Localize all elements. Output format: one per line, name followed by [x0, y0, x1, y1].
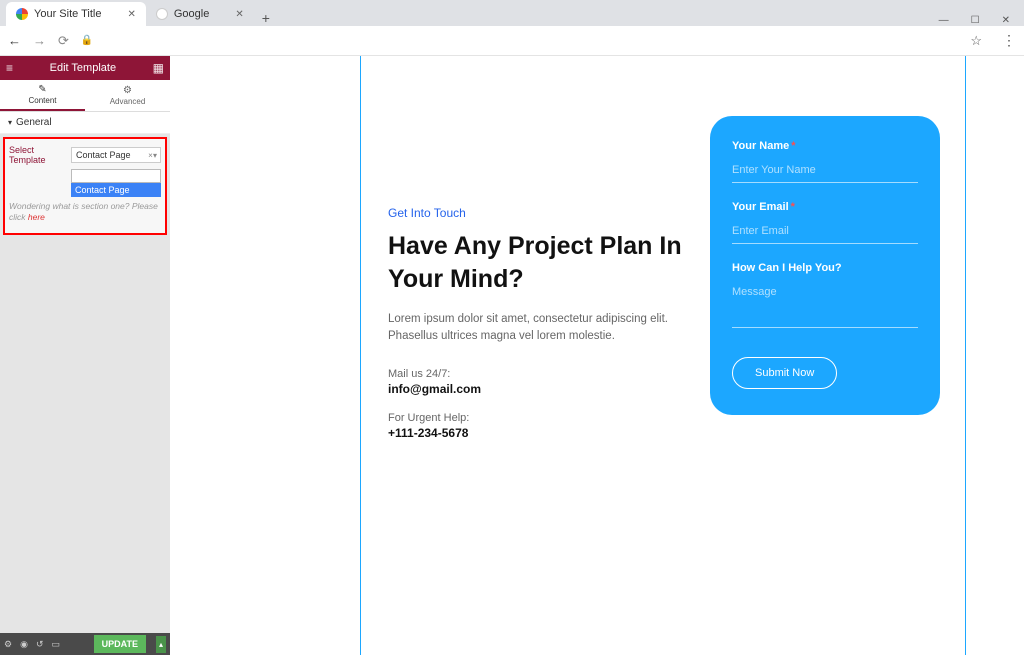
template-select[interactable]: Contact Page × ▾	[71, 147, 161, 163]
update-label: UPDATE	[102, 639, 138, 649]
forward-icon[interactable]: →	[33, 33, 46, 48]
grid-icon[interactable]: ▦	[153, 61, 164, 75]
bookmark-icon[interactable]: ☆	[970, 33, 982, 49]
maximize-icon[interactable]: ☐	[971, 15, 980, 26]
close-icon[interactable]: ✕	[127, 9, 135, 20]
minimize-icon[interactable]: —	[939, 15, 949, 26]
tab-content[interactable]: ✎ Content	[0, 80, 85, 111]
sidebar-header: ≡ Edit Template ▦	[0, 56, 170, 80]
sidebar-tabs: ✎ Content ⚙ Advanced	[0, 80, 170, 112]
select-template-label: Select Template	[9, 145, 67, 165]
submit-button[interactable]: Submit Now	[732, 357, 837, 389]
tab-label: Content	[28, 96, 56, 105]
email-input[interactable]	[732, 221, 918, 244]
close-icon[interactable]: ✕	[235, 9, 243, 20]
section-label: General	[16, 117, 52, 128]
tab-title: Your Site Title	[34, 8, 101, 20]
update-button[interactable]: UPDATE	[94, 635, 146, 653]
contact-form: Your Name* Your Email* How Can I Help Yo…	[710, 116, 940, 415]
content-column: Get Into Touch Have Any Project Plan In …	[388, 206, 708, 456]
pencil-icon: ✎	[38, 84, 46, 95]
subheading: Get Into Touch	[388, 206, 708, 220]
menu-icon[interactable]: ⋮	[1002, 32, 1016, 49]
name-label-text: Your Name	[732, 140, 789, 152]
tab-label: Advanced	[110, 97, 146, 106]
preview-icon[interactable]: ◉	[20, 639, 28, 650]
required-icon: *	[791, 201, 795, 213]
title-bar: Your Site Title ✕ Google ✕ + — ☐ ✕	[0, 0, 1024, 26]
select-value: Contact Page	[76, 150, 131, 160]
settings-icon[interactable]: ⚙	[4, 639, 12, 650]
workspace: ≡ Edit Template ▦ ✎ Content ⚙ Advanced ▾…	[0, 56, 1024, 655]
highlight-box: Select Template Contact Page × ▾ Contact…	[3, 137, 167, 235]
select-search-input[interactable]	[71, 169, 161, 183]
browser-tab[interactable]: Google ✕	[146, 2, 254, 26]
email-label-text: Your Email	[732, 201, 789, 213]
phone-label: For Urgent Help:	[388, 412, 708, 424]
help-label: How Can I Help You?	[732, 262, 918, 274]
browser-chrome: Your Site Title ✕ Google ✕ + — ☐ ✕ ← → ⟳…	[0, 0, 1024, 56]
responsive-icon[interactable]: ▭	[51, 639, 60, 650]
canvas: Get Into Touch Have Any Project Plan In …	[170, 56, 1024, 655]
name-input[interactable]	[732, 160, 918, 183]
tabs-row: Your Site Title ✕ Google ✕ +	[0, 0, 278, 26]
window-controls: — ☐ ✕	[939, 11, 1024, 26]
message-input[interactable]	[732, 282, 918, 328]
tab-title: Google	[174, 8, 209, 20]
sidebar-body	[0, 238, 170, 633]
editor-sidebar: ≡ Edit Template ▦ ✎ Content ⚙ Advanced ▾…	[0, 56, 170, 655]
tab-advanced[interactable]: ⚙ Advanced	[85, 80, 170, 111]
gear-icon: ⚙	[123, 85, 132, 96]
new-tab-button[interactable]: +	[254, 10, 278, 26]
email-label: Your Email*	[732, 201, 918, 213]
page-heading: Have Any Project Plan In Your Mind?	[388, 230, 708, 295]
favicon-icon	[156, 8, 168, 20]
caret-down-icon: ▾	[8, 118, 12, 127]
update-caret-icon[interactable]: ▴	[156, 636, 166, 653]
select-arrows-icon: × ▾	[148, 151, 156, 160]
paragraph: Lorem ipsum dolor sit amet, consectetur …	[388, 311, 708, 346]
name-label: Your Name*	[732, 140, 918, 152]
history-icon[interactable]: ↺	[36, 639, 44, 650]
browser-tab-active[interactable]: Your Site Title ✕	[6, 2, 146, 26]
reload-icon[interactable]: ⟳	[58, 33, 69, 49]
help-text: Wondering what is section one? Please cl…	[9, 201, 161, 223]
help-link[interactable]: here	[28, 212, 45, 222]
sidebar-footer: ⚙ ◉ ↺ ▭ UPDATE ▴	[0, 633, 170, 655]
required-icon: *	[791, 140, 795, 152]
phone-value: +111-234-5678	[388, 426, 708, 440]
close-window-icon[interactable]: ✕	[1002, 15, 1010, 26]
back-icon[interactable]: ←	[8, 33, 21, 48]
mail-value: info@gmail.com	[388, 382, 708, 396]
address-bar: ← → ⟳ 🔒 ☆ ⋮	[0, 26, 1024, 56]
favicon-icon	[16, 8, 28, 20]
sidebar-title: Edit Template	[50, 62, 116, 74]
hamburger-icon[interactable]: ≡	[6, 61, 13, 75]
mail-label: Mail us 24/7:	[388, 368, 708, 380]
lock-icon: 🔒	[81, 35, 93, 46]
section-general[interactable]: ▾ General	[0, 112, 170, 134]
dropdown-option[interactable]: Contact Page	[71, 183, 161, 197]
